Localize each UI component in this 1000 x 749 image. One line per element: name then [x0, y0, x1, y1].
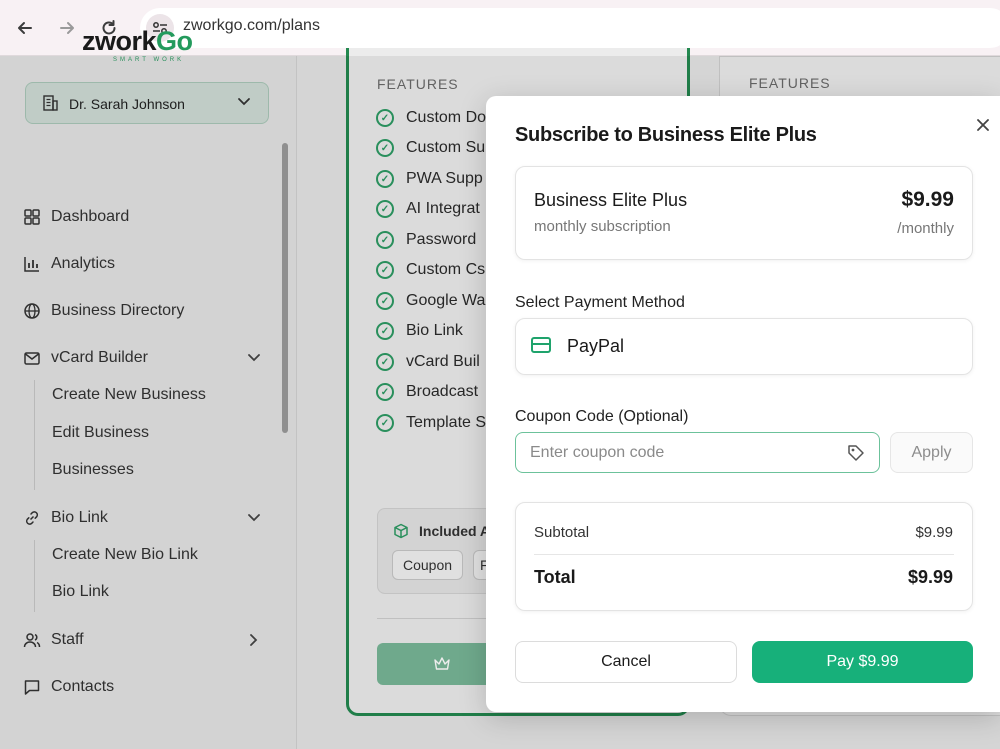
sidebar-item-vcard-builder[interactable]: vCard Builder	[22, 346, 148, 370]
coupon-label: Coupon Code (Optional)	[515, 408, 689, 425]
feature-item: ✓ vCard Buil	[376, 353, 480, 371]
feature-item: ✓ Template S	[376, 414, 486, 432]
check-circle-icon: ✓	[376, 292, 394, 310]
forward-arrow-icon[interactable]	[53, 14, 81, 42]
check-circle-icon: ✓	[376, 414, 394, 432]
sidebar-item-dashboard[interactable]: Dashboard	[22, 205, 129, 229]
business-selector[interactable]: Dr. Sarah Johnson	[25, 82, 269, 124]
plan-price: $9.99	[901, 188, 954, 211]
check-circle-icon: ✓	[376, 383, 394, 401]
sidebar-subitem-businesses[interactable]: Businesses	[52, 461, 134, 479]
sidebar-item-label: Dashboard	[51, 208, 130, 225]
users-icon	[22, 630, 42, 650]
subtotal-value: $9.99	[915, 524, 953, 541]
sidebar-item-contacts[interactable]: Contacts	[22, 675, 114, 699]
cancel-button[interactable]: Cancel	[515, 641, 737, 683]
tag-icon	[848, 445, 864, 461]
sidebar-subitem-create-new-bio-link[interactable]: Create New Bio Link	[52, 546, 198, 564]
coupon-input[interactable]	[515, 432, 880, 473]
sidebar-scrollbar[interactable]	[282, 143, 288, 433]
feature-item: ✓ Custom Do	[376, 109, 486, 127]
feature-item: ✓ Custom Cs	[376, 261, 485, 279]
sidebar-item-staff[interactable]: Staff	[22, 628, 84, 652]
feature-item: ✓ AI Integrat	[376, 200, 480, 218]
plan-subtitle: monthly subscription	[534, 218, 671, 235]
box-icon	[394, 523, 408, 539]
check-circle-icon: ✓	[376, 139, 394, 157]
check-circle-icon: ✓	[376, 109, 394, 127]
sidebar-item-label: Business Directory	[51, 302, 185, 319]
subtotal-label: Subtotal	[534, 524, 590, 541]
mail-icon	[22, 348, 42, 368]
chevron-down-icon[interactable]	[246, 511, 262, 525]
feature-item: ✓ Broadcast	[376, 383, 478, 401]
payment-method-label: Select Payment Method	[515, 294, 685, 311]
chevron-down-icon[interactable]	[246, 351, 262, 365]
sidebar-item-label: vCard Builder	[51, 349, 148, 366]
plan-period: /monthly	[897, 220, 954, 237]
chevron-down-icon	[238, 98, 250, 106]
apply-coupon-button[interactable]: Apply	[890, 432, 973, 473]
sidebar-subitem-create-new-business[interactable]: Create New Business	[52, 386, 206, 404]
message-icon	[22, 677, 42, 697]
chevron-right-icon[interactable]	[246, 633, 260, 647]
addons-title: Included A	[419, 523, 491, 539]
features-title: FEATURES	[377, 76, 459, 92]
submenu-line	[34, 380, 35, 490]
close-icon[interactable]	[973, 114, 993, 136]
feature-item: ✓ Password	[376, 231, 476, 249]
sidebar-subitem-bio-link[interactable]: Bio Link	[52, 583, 109, 601]
sidebar-item-label: Contacts	[51, 678, 115, 695]
addon-chip: Coupon	[392, 550, 464, 580]
total-value: $9.99	[907, 567, 953, 587]
sidebar-item-business-directory[interactable]: Business Directory	[22, 299, 184, 323]
check-circle-icon: ✓	[376, 231, 394, 249]
modal-title: Subscribe to Business Elite Plus	[515, 124, 817, 146]
url-text[interactable]: zworkgo.com/plans	[183, 17, 320, 35]
divider	[534, 554, 954, 555]
sidebar-item-label: Analytics	[51, 255, 116, 272]
feature-item: ✓ Google Wa	[376, 292, 485, 310]
link-icon	[22, 508, 42, 528]
sidebar-subitem-edit-business[interactable]: Edit Business	[52, 424, 149, 442]
plan-summary-card	[515, 166, 973, 260]
sidebar-item-analytics[interactable]: Analytics	[22, 252, 115, 276]
bar-chart-icon	[22, 254, 42, 274]
feature-item: ✓ Custom Su	[376, 139, 485, 157]
check-circle-icon: ✓	[376, 353, 394, 371]
grid-icon	[22, 207, 42, 227]
check-circle-icon: ✓	[376, 200, 394, 218]
back-arrow-icon[interactable]	[11, 14, 39, 42]
sidebar-item-label: Staff	[51, 631, 84, 648]
check-circle-icon: ✓	[376, 322, 394, 340]
sidebar-item-label: Bio Link	[51, 509, 108, 526]
logo-tagline: SMART WORK	[113, 57, 185, 63]
feature-item: ✓ Bio Link	[376, 322, 463, 340]
check-circle-icon: ✓	[376, 261, 394, 279]
credit-card-icon	[531, 337, 551, 353]
building-icon	[43, 95, 58, 111]
sidebar-item-bio-link[interactable]: Bio Link	[22, 506, 108, 530]
plan-name: Business Elite Plus	[534, 190, 688, 210]
order-summary	[515, 502, 973, 611]
check-circle-icon: ✓	[376, 170, 394, 188]
globe-icon	[22, 301, 42, 321]
payment-method-name: PayPal	[567, 336, 625, 356]
crown-icon	[434, 657, 450, 670]
total-label: Total	[534, 567, 576, 587]
pay-button[interactable]: Pay $9.99	[752, 641, 973, 683]
logo[interactable]: zworkGo	[82, 26, 193, 57]
submenu-line	[34, 540, 35, 612]
user-name: Dr. Sarah Johnson	[69, 96, 185, 112]
feature-item: ✓ PWA Supp	[376, 170, 483, 188]
features-title-secondary: FEATURES	[749, 75, 831, 91]
